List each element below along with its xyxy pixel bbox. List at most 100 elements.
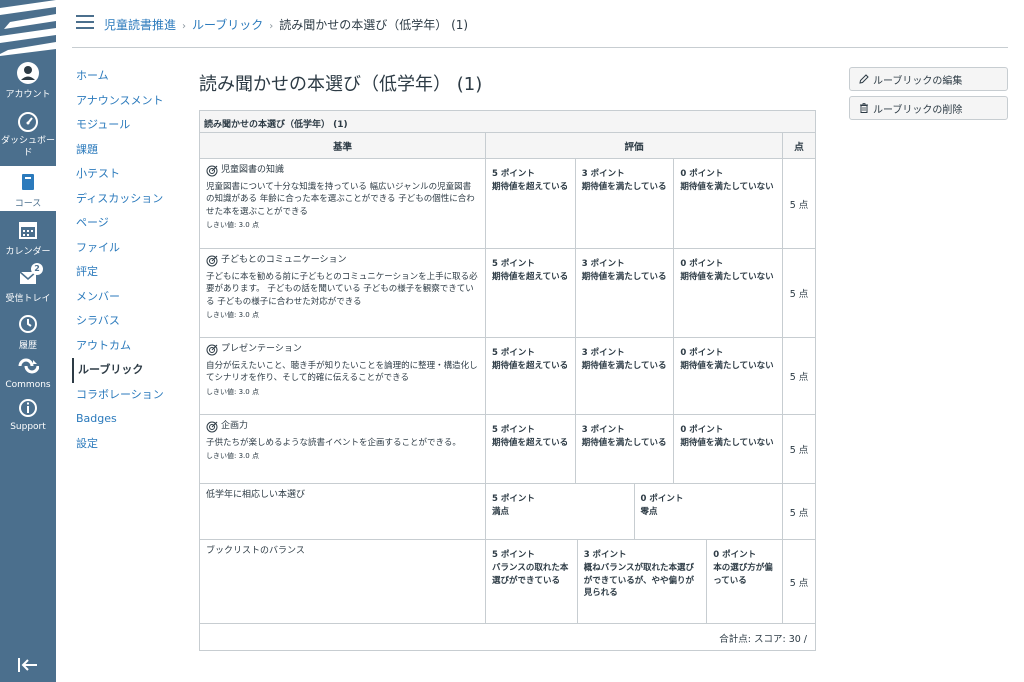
course-nav-grades[interactable]: 評定: [72, 260, 182, 285]
avatar-icon: [17, 62, 39, 84]
course-nav-files[interactable]: ファイル: [72, 236, 182, 261]
criterion-threshold: しきい値: 3.0 点: [206, 310, 259, 319]
rubric-header-row: 基準 評価 点: [200, 133, 815, 159]
rating-option: 5 ポイント 期待値を超えている: [486, 159, 576, 248]
criterion-name: 児童図書の知識: [221, 165, 285, 175]
course-nav-rubrics[interactable]: ルーブリック: [72, 358, 182, 383]
gnav-history[interactable]: 履歴: [0, 313, 56, 351]
course-nav-pages[interactable]: ページ: [72, 211, 182, 236]
rating-option: 5 ポイント 期待値を超えている: [486, 249, 576, 337]
gnav-calendar[interactable]: カレンダー: [0, 219, 56, 257]
canvas-logo[interactable]: [0, 0, 56, 56]
breadcrumb-current: 読み聞かせの本選び（低学年） (1): [279, 18, 469, 32]
rating-option: 3 ポイント 期待値を満たしている: [576, 249, 675, 337]
ratings-cell: 5 ポイント バランスの取れた本選びができている 3 ポイント 概ねバランスが取れた…: [486, 540, 783, 623]
pencil-icon: [859, 74, 869, 84]
table-row: 子どもとのコミュニケーション 子どもに本を勧める前に子どもとのコミュニケーション…: [200, 249, 815, 338]
page-title: 読み聞かせの本選び（低学年） (1): [199, 74, 483, 95]
ratings-cell: 5 ポイント 満点 0 ポイント 零点: [486, 484, 783, 539]
rating-option: 3 ポイント 期待値を満たしている: [576, 415, 675, 483]
gnav-calendar-label: カレンダー: [5, 247, 51, 257]
gnav-support-label: Support: [10, 422, 46, 432]
gnav-inbox-label: 受信トレイ: [5, 294, 51, 304]
gnav-dashboard[interactable]: ダッシュボード: [0, 111, 56, 159]
breadcrumb-rubrics-link[interactable]: ルーブリック: [192, 18, 263, 32]
collapse-nav-icon[interactable]: [16, 656, 40, 674]
rating-option: 5 ポイント 期待値を超えている: [486, 415, 576, 483]
criterion-description: 子どもに本を勧める前に子どもとのコミュニケーションを上手に取る必要があります。 …: [206, 272, 478, 307]
course-nav-home[interactable]: ホーム: [72, 64, 182, 89]
gnav-courses[interactable]: コース: [0, 166, 56, 211]
gnav-commons-label: Commons: [5, 380, 51, 390]
rating-option: 5 ポイント 満点: [486, 484, 635, 539]
header-points: 点: [794, 141, 804, 153]
course-nav-announcements[interactable]: アナウンスメント: [72, 89, 182, 114]
criterion-cell: 児童図書の知識 児童図書について十分な知識を持っている 幅広いジャンルの児童図書…: [200, 159, 486, 248]
table-row: 企画力 子供たちが楽しめるような読書イベントを企画することができる。 しきい値:…: [200, 415, 815, 484]
rating-option: 0 ポイント 零点: [640, 494, 684, 517]
rating-option: 0 ポイント 期待値を満たしていない: [680, 259, 774, 282]
course-nav-people[interactable]: メンバー: [72, 285, 182, 310]
delete-rubric-button[interactable]: ルーブリックの削除: [849, 96, 1008, 120]
gnav-account[interactable]: アカウント: [0, 62, 56, 100]
rating-option: 3 ポイント 期待値を満たしている: [576, 159, 675, 248]
gnav-inbox[interactable]: 2 受信トレイ: [0, 263, 56, 304]
course-nav-discussions[interactable]: ディスカッション: [72, 187, 182, 212]
edit-rubric-button[interactable]: ルーブリックの編集: [849, 67, 1008, 91]
course-nav-settings[interactable]: 設定: [72, 432, 182, 457]
calendar-icon: [19, 222, 37, 239]
course-nav-syllabus[interactable]: シラバス: [72, 309, 182, 334]
points-cell: 5 点: [789, 577, 809, 589]
table-row: 児童図書の知識 児童図書について十分な知識を持っている 幅広いジャンルの児童図書…: [200, 159, 815, 249]
hamburger-menu-icon[interactable]: [76, 15, 94, 29]
criterion-threshold: しきい値: 3.0 点: [206, 452, 259, 461]
criterion-description: 自分が伝えたいこと、聴き手が知りたいことを論理的に整理・構造化してシナリオを作り…: [206, 361, 478, 384]
gnav-dashboard-label: ダッシュボード: [0, 136, 55, 158]
gnav-account-label: アカウント: [5, 90, 51, 100]
trash-icon: [860, 103, 868, 113]
criterion-name: プレゼンテーション: [221, 344, 302, 354]
ratings-cell: 5 ポイント 期待値を超えている 3 ポイント 期待値を満たしている 0 ポイント期…: [486, 159, 783, 248]
criterion-cell: プレゼンテーション 自分が伝えたいこと、聴き手が知りたいことを論理的に整理・構造…: [200, 338, 486, 414]
breadcrumb: 児童読書推進 › ルーブリック › 読み聞かせの本選び（低学年） (1): [104, 16, 468, 33]
chevron-right-icon: ›: [182, 21, 187, 32]
course-nav-outcomes[interactable]: アウトカム: [72, 334, 182, 359]
outcome-target-icon: [206, 421, 218, 433]
gnav-support[interactable]: Support: [0, 397, 56, 432]
course-nav-quizzes[interactable]: 小テスト: [72, 162, 182, 187]
chevron-right-icon: ›: [269, 21, 274, 32]
info-icon: [19, 399, 37, 417]
ratings-cell: 5 ポイント 期待値を超えている 3 ポイント 期待値を満たしている 0 ポイント期…: [486, 415, 783, 483]
rating-option: 0 ポイント 期待値を満たしていない: [680, 348, 774, 371]
rating-option: 3 ポイント 期待値を満たしている: [576, 338, 675, 414]
rating-option: 5 ポイント 期待値を超えている: [486, 338, 576, 414]
delete-rubric-label: ルーブリックの削除: [873, 104, 963, 116]
criterion-cell: 子どもとのコミュニケーション 子どもに本を勧める前に子どもとのコミュニケーション…: [200, 249, 486, 337]
commons-icon: [18, 358, 39, 374]
course-nav-badges[interactable]: Badges: [72, 407, 182, 432]
gnav-courses-label: コース: [14, 199, 42, 209]
criterion-cell: ブックリストのバランス: [200, 540, 486, 623]
criterion-cell: 企画力 子供たちが楽しめるような読書イベントを企画することができる。 しきい値:…: [200, 415, 486, 483]
breadcrumb-course-link[interactable]: 児童読書推進: [104, 18, 176, 32]
header-criteria: 基準: [200, 133, 486, 158]
speedometer-icon: [18, 112, 38, 132]
points-cell: 5 点: [789, 507, 809, 519]
course-nav-assignments[interactable]: 課題: [72, 138, 182, 163]
edit-rubric-label: ルーブリックの編集: [873, 75, 963, 87]
course-nav-modules[interactable]: モジュール: [72, 113, 182, 138]
outcome-target-icon: [206, 255, 218, 267]
clock-icon: [19, 315, 37, 333]
gnav-commons[interactable]: Commons: [0, 355, 56, 390]
gnav-history-label: 履歴: [18, 341, 37, 351]
ratings-cell: 5 ポイント 期待値を超えている 3 ポイント 期待値を満たしている 0 ポイント期…: [486, 249, 783, 337]
rubric-total-score: 合計点: スコア: 30 /: [719, 634, 807, 645]
table-row: プレゼンテーション 自分が伝えたいこと、聴き手が知りたいことを論理的に整理・構造…: [200, 338, 815, 415]
rating-option: 0 ポイント 期待値を満たしていない: [680, 425, 774, 448]
criterion-name: 企画力: [221, 421, 249, 431]
rubric-table: 読み聞かせの本選び（低学年） (1) 基準 評価 点 児童図書の知識 児童図書に…: [199, 110, 816, 651]
criterion-threshold: しきい値: 3.0 点: [206, 220, 259, 229]
course-nav-collaborations[interactable]: コラボレーション: [72, 383, 182, 408]
inbox-badge: 2: [31, 263, 43, 275]
rating-option: 0 ポイント 本の選び方が偏っている: [713, 550, 773, 586]
